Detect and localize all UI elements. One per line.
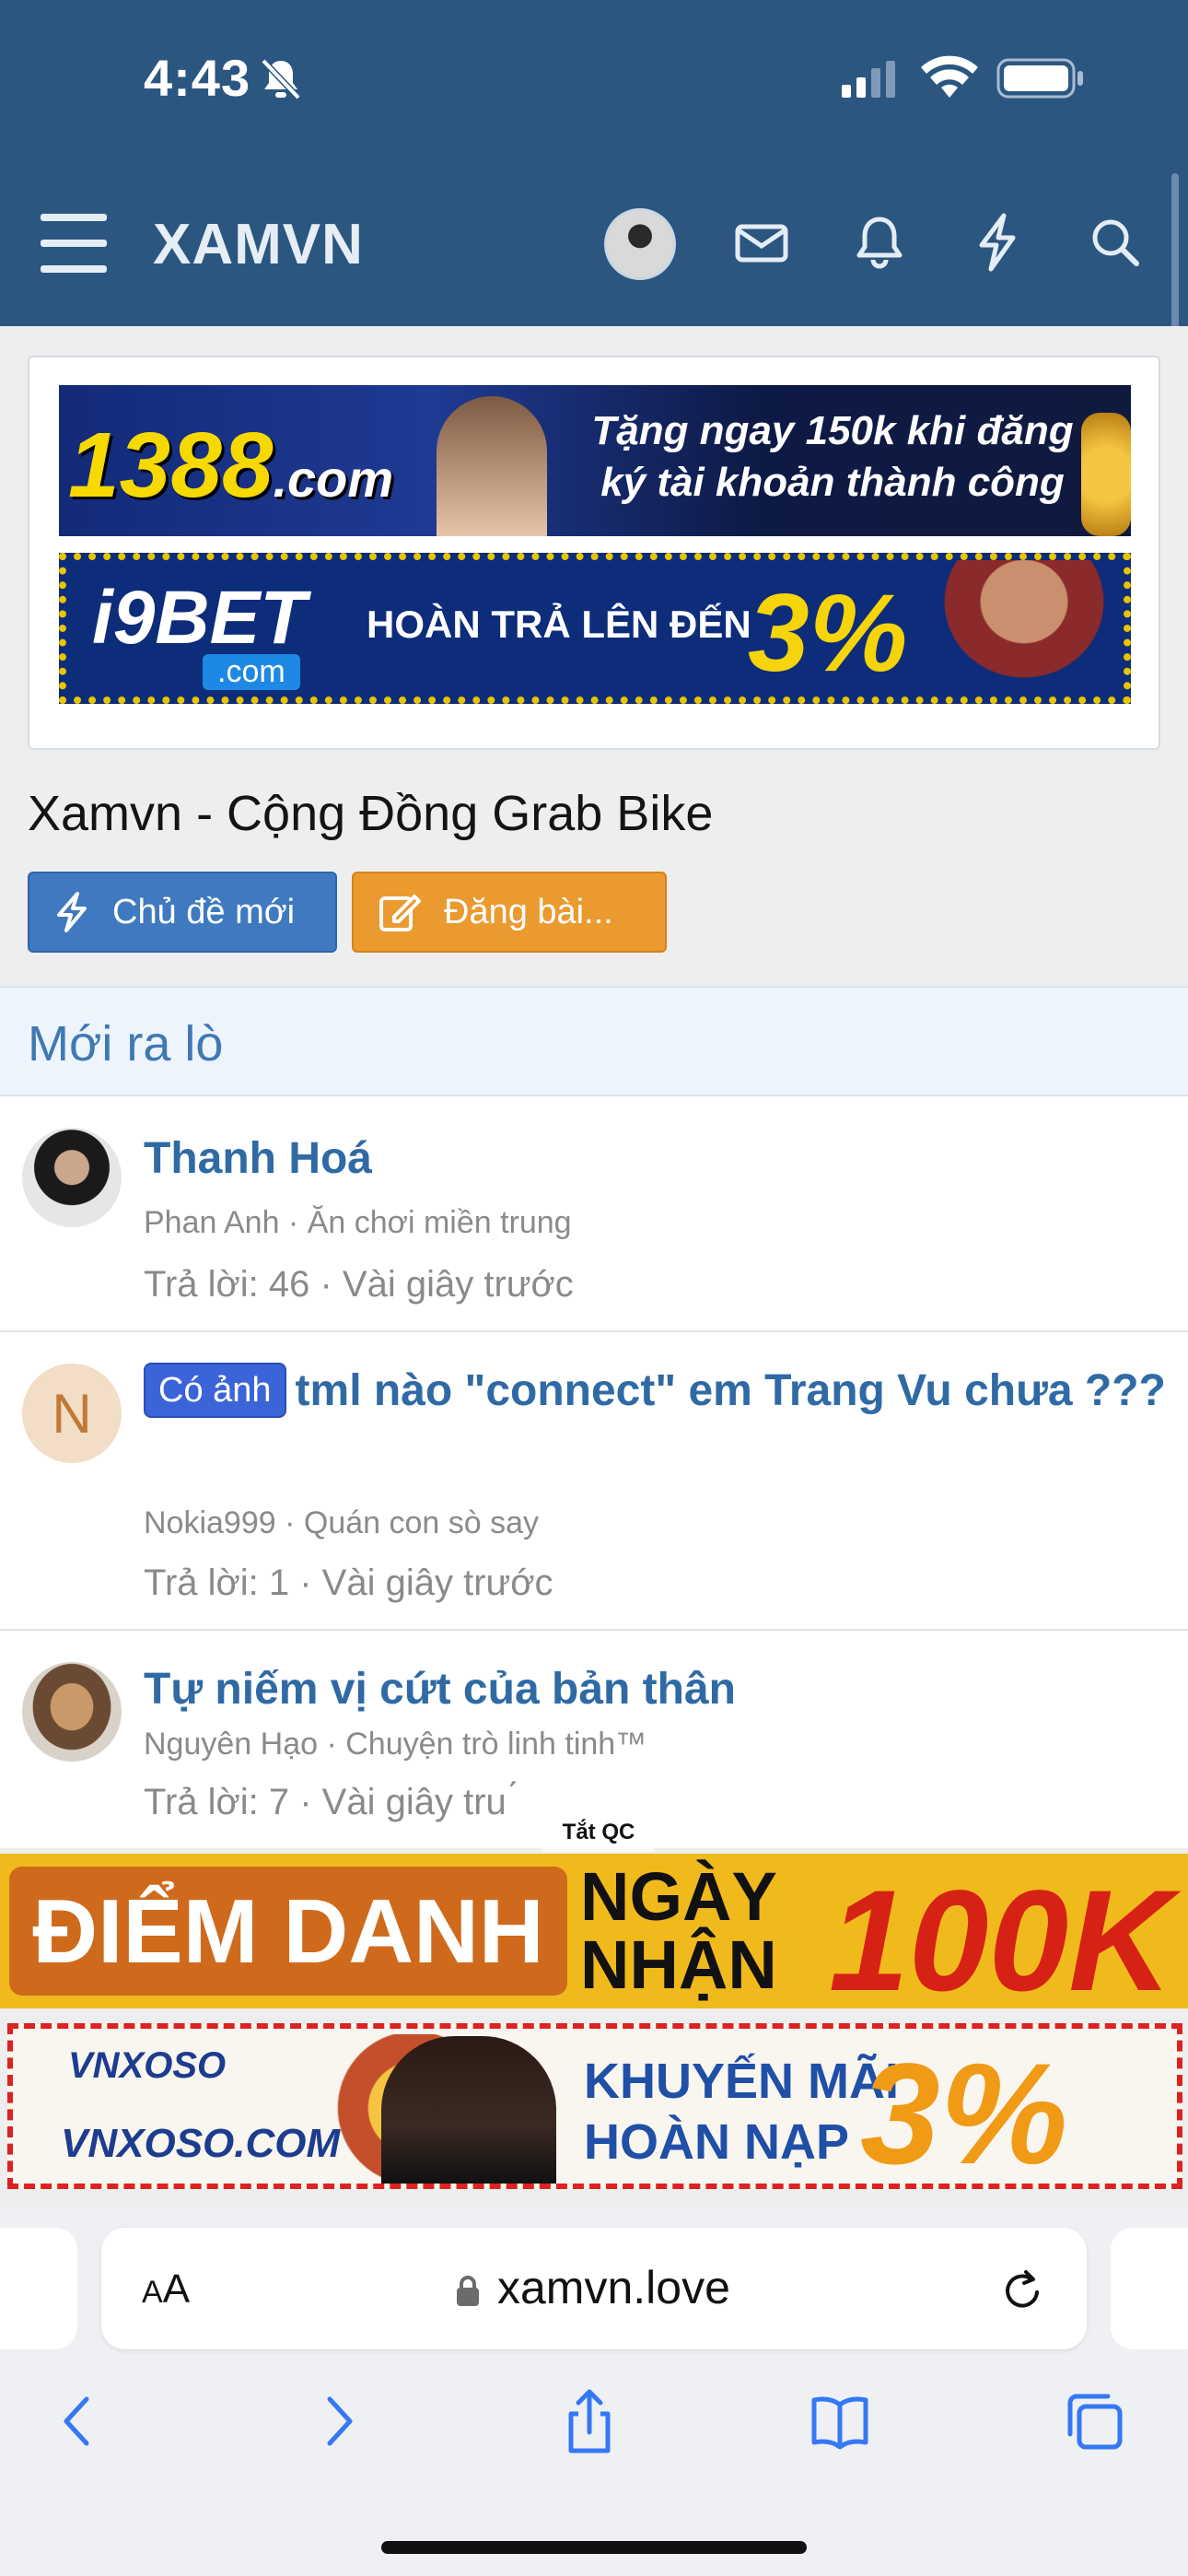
banner2-logo: VNXOSO: [68, 2045, 227, 2086]
thread-stats: Trả lời: 7 · Vài giây tru ́: [144, 1782, 517, 1822]
banner2-percent: 3%: [860, 2034, 1068, 2189]
reload-icon[interactable]: [1000, 2265, 1048, 2316]
address-bar[interactable]: AA xamvn.love: [101, 2228, 1087, 2349]
banner2-text: KHUYẾN MÃI HOÀN NẠP: [584, 2054, 900, 2170]
thread-meta: Phan Anh · Ăn chơi miền trung: [144, 1205, 572, 1240]
status-bar: 4:43: [0, 0, 1188, 162]
top-ad-container: 1388.com Tặng ngay 150k khi đăng ký tài …: [28, 356, 1160, 750]
latest-threads-section: Mới ra lò Thanh Hoá Phan Anh · Ăn chơi m…: [0, 986, 1188, 1848]
whats-new-bolt-icon[interactable]: [965, 210, 1030, 275]
post-thread-label: Đăng bài...: [444, 892, 613, 931]
ad1-text: Tặng ngay 150k khi đăng ký tài khoản thà…: [591, 408, 1074, 505]
new-topic-button[interactable]: Chủ đề mới: [28, 872, 337, 953]
thread-item[interactable]: Thanh Hoá Phan Anh · Ăn chơi miền trung …: [0, 1096, 1188, 1332]
forward-chevron-icon[interactable]: [304, 2386, 370, 2456]
new-topic-label: Chủ đề mới: [112, 892, 296, 931]
thread-title[interactable]: Có ảnh tml nào "connect" em Trang Vu chưa…: [144, 1360, 1166, 1423]
ad2-logo: i9BET .com: [92, 576, 307, 690]
battery-icon: [996, 58, 1083, 99]
banner2-logo-url: VNXOSO.COM: [61, 2121, 341, 2166]
inbox-envelope-icon[interactable]: [729, 210, 794, 275]
avatar[interactable]: [22, 1128, 122, 1227]
back-chevron-icon[interactable]: [46, 2386, 112, 2456]
thread-meta: Nokia999 · Quán con sò say: [144, 1505, 540, 1540]
ad1-logo: 1388.com: [68, 414, 394, 517]
thread-forum[interactable]: Ăn chơi miền trung: [308, 1205, 572, 1240]
user-avatar[interactable]: [604, 208, 676, 280]
ad-banner-vnxoso[interactable]: VNXOSO VNXOSO.COM KHUYẾN MÃI HOÀN NẠP 3%: [7, 2023, 1182, 2189]
edit-pencil-icon: [379, 895, 421, 931]
next-tab-peek[interactable]: [1111, 2228, 1188, 2349]
share-icon[interactable]: [556, 2386, 623, 2456]
ad2-text: HOÀN TRẢ LÊN ĐẾN: [367, 603, 751, 646]
ad1-coins-image: [1081, 413, 1131, 536]
previous-tab-peek[interactable]: [0, 2228, 77, 2349]
thread-forum[interactable]: Chuyện trò linh tinh™: [345, 1727, 646, 1762]
banner2-model-image: [381, 2036, 556, 2184]
browser-toolbar: AA xamvn.love: [0, 2207, 1188, 2576]
tabs-icon[interactable]: [1061, 2386, 1127, 2456]
page-settings-button[interactable]: AA: [142, 2266, 190, 2313]
banner1-mid-text: NGÀY NHẬN: [580, 1858, 777, 2003]
wifi-icon: [921, 55, 978, 98]
notification-bell-icon[interactable]: [847, 210, 912, 275]
home-indicator[interactable]: [381, 2541, 807, 2554]
ad2-model-image: [923, 560, 1124, 697]
section-title[interactable]: Mới ra lò: [28, 1015, 223, 1072]
banner1-left-text: ĐIỂM DANH MỖI: [9, 1867, 567, 1996]
lock-icon: [457, 2276, 479, 2306]
ad-banner-daily-checkin[interactable]: ĐIỂM DANH MỖI NGÀYNHẬN 100K: [0, 1854, 1188, 2008]
thread-title[interactable]: Tự niếm vị cứt của bản thân: [144, 1658, 1166, 1721]
bell-slash-icon: [261, 58, 301, 100]
bookmarks-book-icon[interactable]: [807, 2386, 873, 2456]
ad-banner-i9bet[interactable]: i9BET .com HOÀN TRẢ LÊN ĐẾN 3%: [59, 553, 1131, 704]
site-navbar: XAMVN: [0, 162, 1188, 326]
ad-banner-1388[interactable]: 1388.com Tặng ngay 150k khi đăng ký tài …: [59, 385, 1131, 536]
ad1-model-image: [437, 396, 547, 536]
close-ads-button[interactable]: Tắt QC: [543, 1813, 654, 1852]
status-time: 4:43: [144, 49, 251, 107]
thread-item[interactable]: N Có ảnh tml nào "connect" em Trang Vu ch…: [0, 1332, 1188, 1631]
thread-author[interactable]: Nguyên Hạo: [144, 1727, 318, 1762]
menu-icon[interactable]: [41, 214, 107, 275]
cellular-signal-icon: [842, 61, 895, 98]
thread-title[interactable]: Thanh Hoá: [144, 1128, 1166, 1190]
url-text[interactable]: xamvn.love: [497, 2261, 730, 2314]
banner1-amount: 100K: [829, 1861, 1172, 2008]
thread-author[interactable]: Nokia999: [144, 1505, 276, 1540]
forum-title: Xamvn - Cộng Đồng Grab Bike: [28, 786, 714, 841]
bolt-icon: [57, 892, 87, 932]
thread-stats: Trả lời: 46 · Vài giây trước: [144, 1264, 574, 1305]
post-thread-button[interactable]: Đăng bài...: [352, 872, 667, 953]
ad2-percent: 3%: [748, 571, 908, 695]
avatar[interactable]: N: [22, 1364, 122, 1463]
thread-meta: Nguyên Hạo · Chuyện trò linh tinh™: [144, 1727, 647, 1762]
thread-stats: Trả lời: 1 · Vài giây trước: [144, 1563, 553, 1603]
thread-forum[interactable]: Quán con sò say: [304, 1505, 539, 1540]
thread-author[interactable]: Phan Anh: [144, 1205, 279, 1240]
site-logo[interactable]: XAMVN: [153, 212, 364, 277]
search-icon[interactable]: [1083, 210, 1147, 275]
has-image-badge: Có ảnh: [144, 1363, 286, 1418]
avatar[interactable]: [22, 1662, 122, 1762]
section-header: Mới ra lò: [0, 986, 1188, 1096]
